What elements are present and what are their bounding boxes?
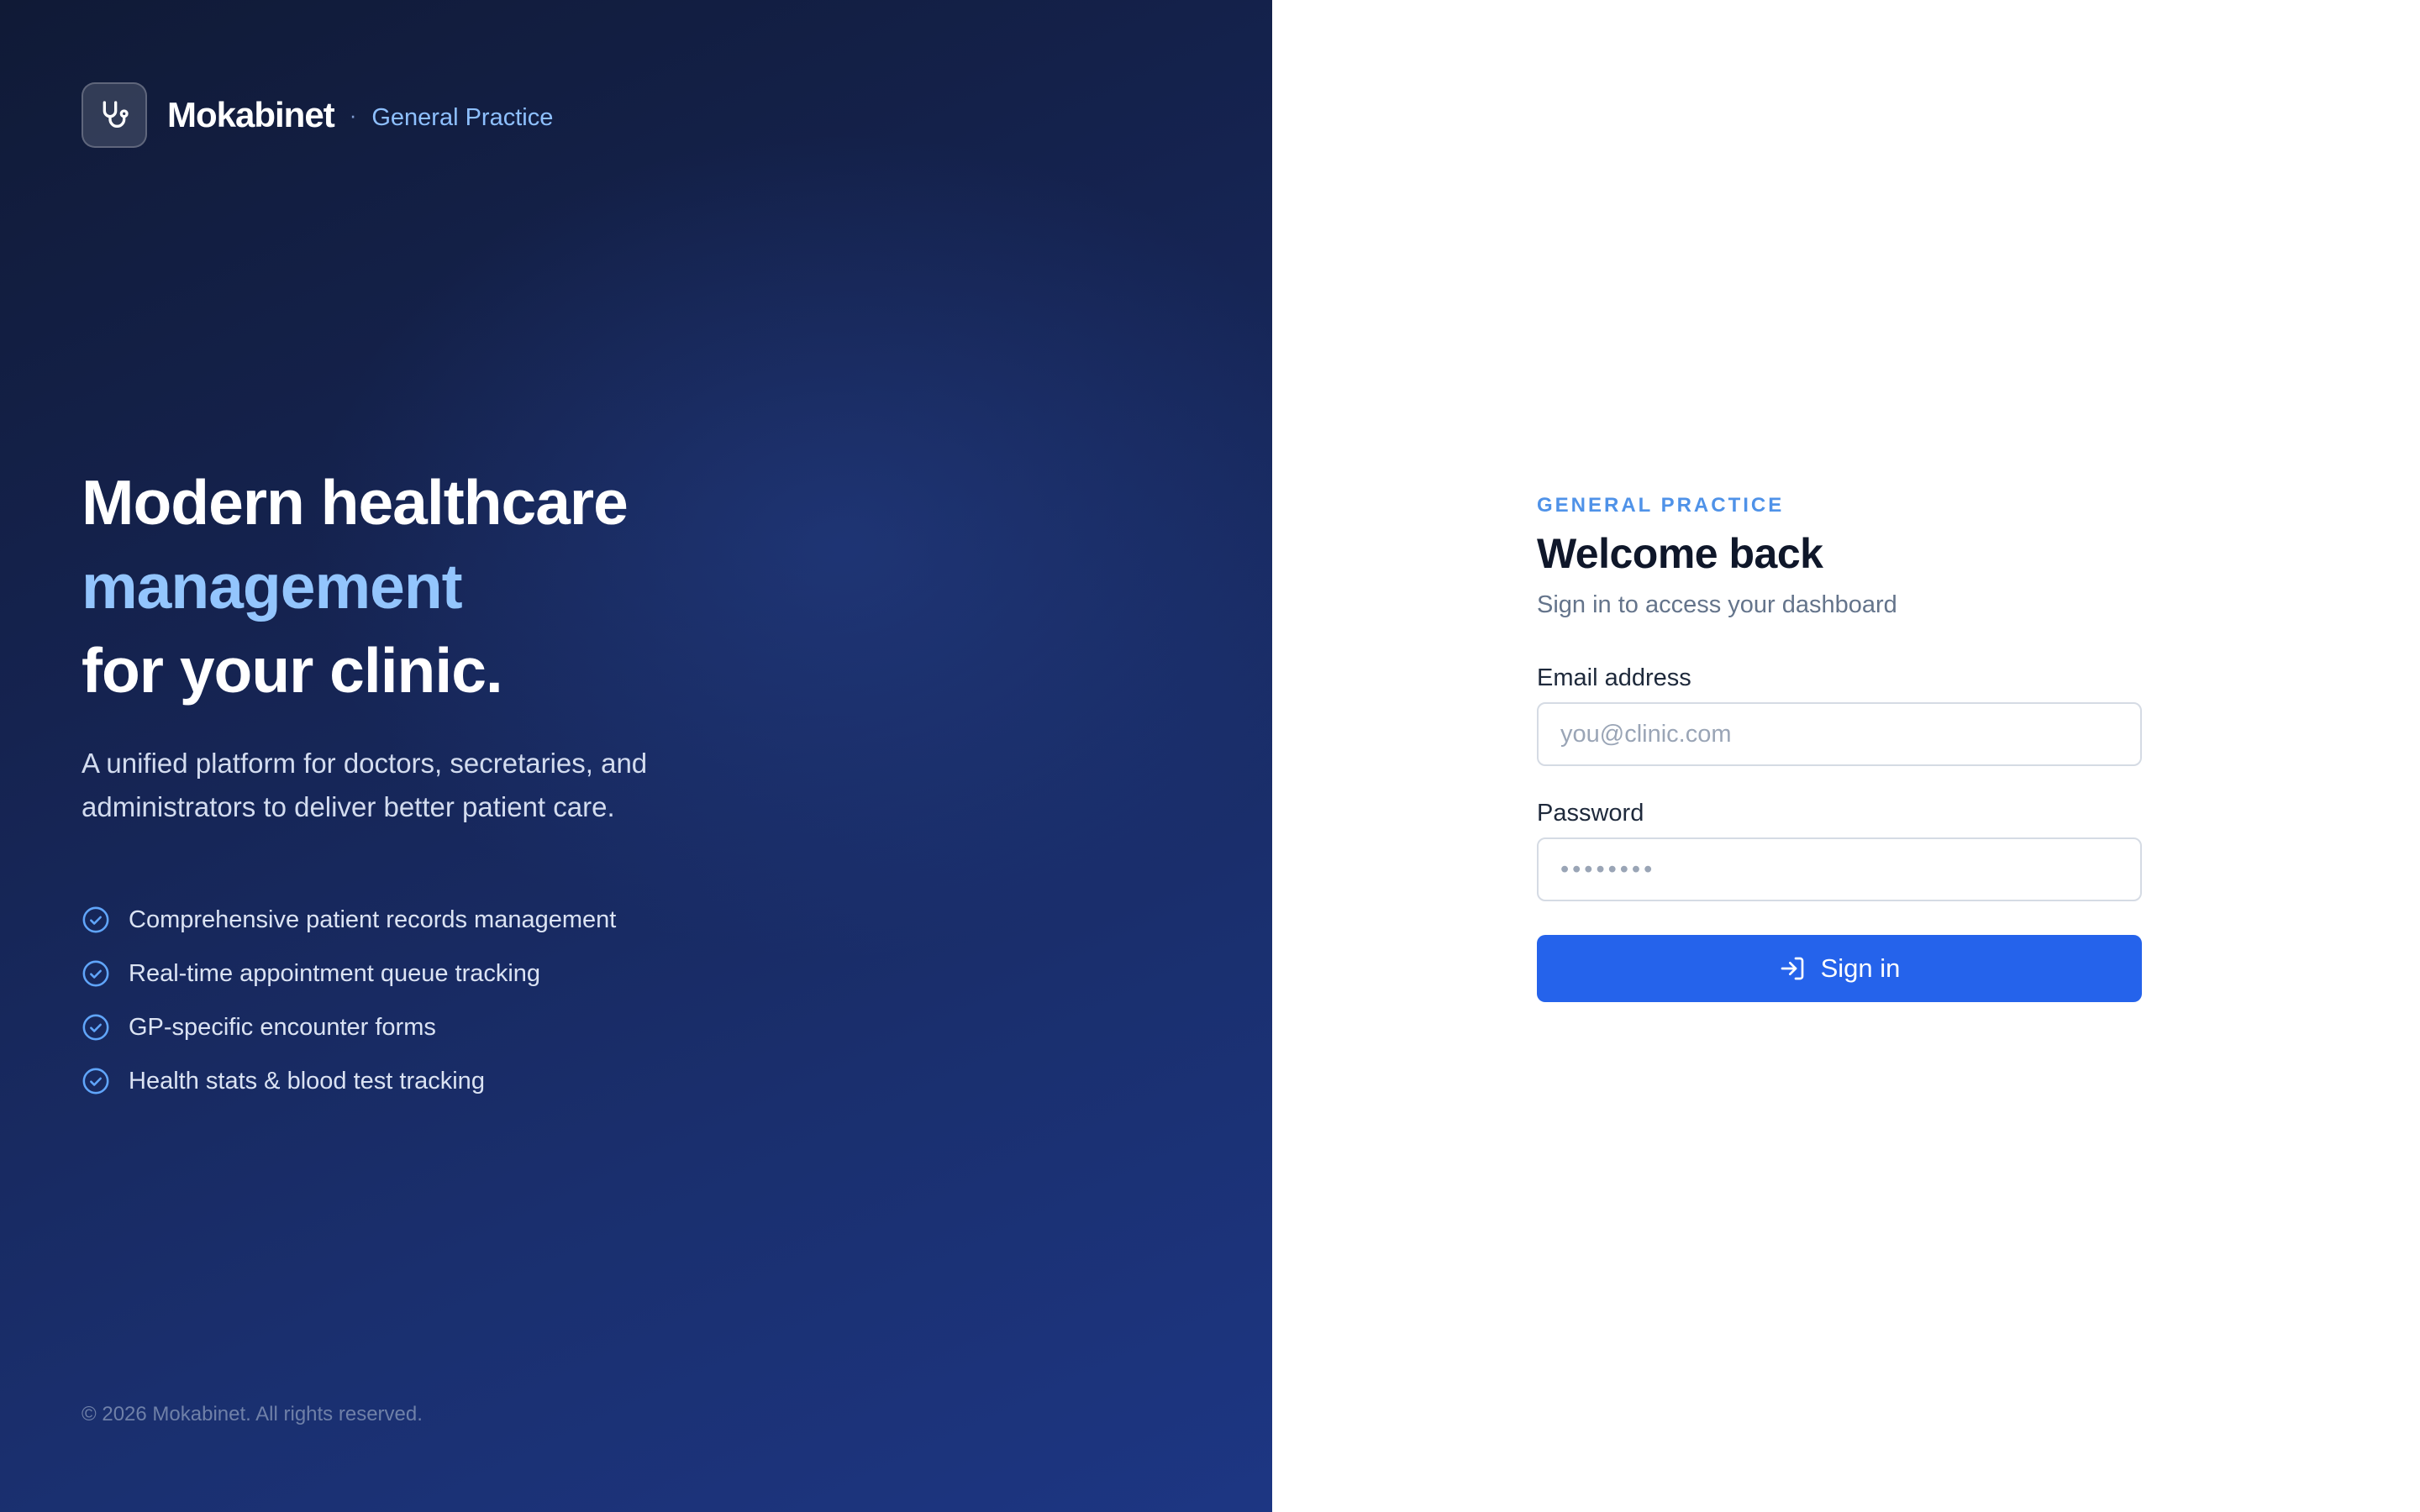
- headline-line-3: for your clinic.: [82, 635, 503, 706]
- sign-in-label: Sign in: [1820, 953, 1901, 983]
- brand-subtitle: General Practice: [371, 103, 554, 131]
- feature-item: GP-specific encounter forms: [82, 1000, 616, 1054]
- stethoscope-icon: [103, 101, 129, 128]
- brand: Mokabinet · General Practice: [82, 81, 553, 149]
- check-circle-icon: [82, 1014, 109, 1041]
- brand-logo: [82, 82, 147, 148]
- check-circle-icon: [82, 1068, 109, 1095]
- brand-separator: ·: [349, 102, 357, 128]
- copyright-text: © 2026 Mokabinet. All rights reserved.: [82, 1403, 423, 1425]
- feature-label: Real-time appointment queue tracking: [129, 959, 541, 987]
- sign-in-button[interactable]: Sign in: [1537, 935, 2142, 1002]
- email-label: Email address: [1537, 664, 1691, 691]
- email-field[interactable]: [1537, 702, 2142, 766]
- hero-description: A unified platform for doctors, secretar…: [82, 748, 648, 822]
- check-circle-icon: [82, 960, 109, 987]
- sign-in-icon: [1781, 957, 1803, 980]
- password-label: Password: [1537, 800, 1644, 827]
- brand-name: Mokabinet: [167, 95, 335, 134]
- feature-item: Health stats & blood test tracking: [82, 1054, 616, 1108]
- feature-label: Health stats & blood test tracking: [129, 1067, 485, 1095]
- feature-list: Comprehensive patient records management…: [82, 893, 616, 1108]
- hero-headline: Modern healthcare management for your cl…: [82, 460, 629, 712]
- hero-panel: Mokabinet · General Practice Modern heal…: [0, 0, 1272, 1512]
- feature-item: Comprehensive patient records management: [82, 893, 616, 947]
- form-eyebrow: GENERAL PRACTICE: [1537, 494, 1785, 517]
- feature-label: Comprehensive patient records management: [129, 906, 617, 933]
- login-page: Mokabinet · General Practice Modern heal…: [0, 0, 2420, 1512]
- form-subtitle: Sign in to access your dashboard: [1537, 591, 1897, 618]
- password-field[interactable]: [1537, 837, 2142, 901]
- login-panel: GENERAL PRACTICE Welcome back Sign in to…: [1272, 0, 2420, 1512]
- form-title: Welcome back: [1537, 530, 1823, 577]
- headline-line-2: management: [82, 551, 463, 622]
- headline-line-1: Modern healthcare: [82, 467, 629, 538]
- feature-item: Real-time appointment queue tracking: [82, 947, 616, 1000]
- feature-label: GP-specific encounter forms: [129, 1013, 436, 1041]
- check-circle-icon: [82, 906, 109, 933]
- login-form: GENERAL PRACTICE Welcome back Sign in to…: [1537, 494, 2142, 1002]
